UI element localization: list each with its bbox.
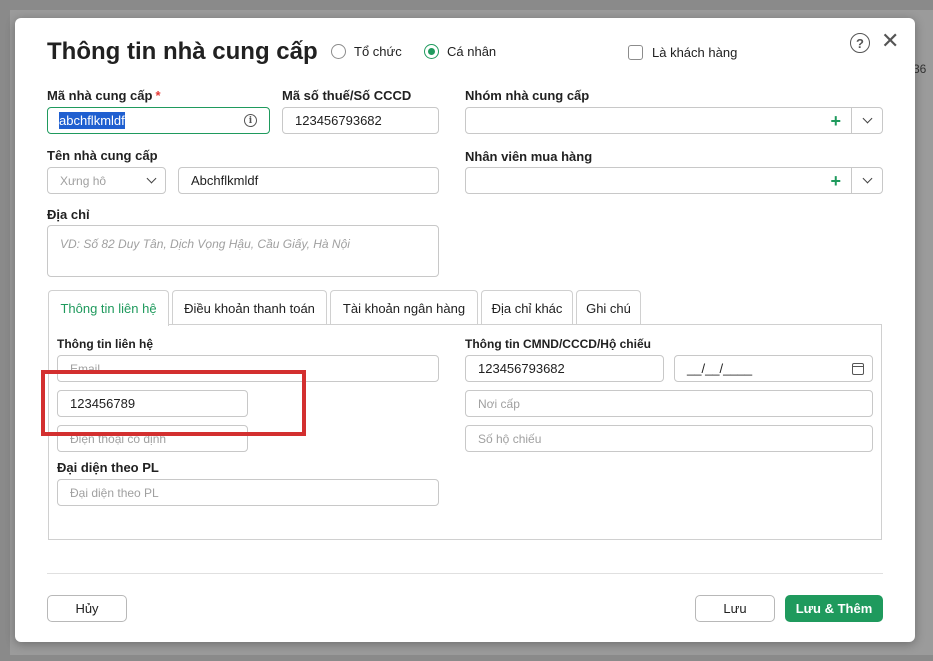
radio-individual-circle[interactable]	[424, 44, 439, 59]
info-icon[interactable]: i	[244, 114, 257, 127]
is-customer-box[interactable]	[628, 45, 643, 60]
chevron-down-icon	[146, 173, 157, 184]
chevron-down-icon	[862, 173, 872, 184]
add-group-plus-icon[interactable]: +	[830, 112, 841, 130]
radio-organization[interactable]: Tổ chức	[331, 44, 402, 59]
radio-individual[interactable]: Cá nhân	[424, 44, 496, 59]
supplier-group-label: Nhóm nhà cung cấp	[465, 88, 590, 103]
contact-section-label: Thông tin liên hệ	[57, 337, 153, 351]
save-and-add-button[interactable]: Lưu & Thêm	[785, 595, 883, 622]
tax-id-label: Mã số thuế/Số CCCD	[282, 88, 412, 103]
staff-dropdown-toggle[interactable]	[852, 173, 882, 184]
save-button[interactable]: Lưu	[695, 595, 775, 622]
highlight-box	[41, 370, 306, 436]
purchasing-staff-select[interactable]: +	[465, 167, 883, 194]
tab-contact-info[interactable]: Thông tin liên hệ	[48, 290, 169, 326]
legal-rep-label: Đại diện theo PL	[57, 460, 159, 475]
tax-id-input[interactable]: 123456793682	[282, 107, 439, 134]
address-label: Địa chỉ	[47, 207, 90, 222]
tab-bank-accounts[interactable]: Tài khoản ngân hàng	[330, 290, 478, 325]
footer-divider	[47, 573, 883, 574]
issue-date-input[interactable]: __/__/____	[674, 355, 873, 382]
help-icon[interactable]: ?	[850, 33, 870, 53]
is-customer-checkbox[interactable]: Là khách hàng	[628, 45, 737, 60]
address-textarea[interactable]: VD: Số 82 Duy Tân, Dịch Vọng Hậu, Cầu Gi…	[47, 225, 439, 277]
close-icon[interactable]: ✕	[881, 30, 899, 52]
supplier-name-input[interactable]: Abchflkmldf	[178, 167, 439, 194]
is-customer-label: Là khách hàng	[652, 45, 738, 60]
cancel-button[interactable]: Hủy	[47, 595, 127, 622]
id-section-label: Thông tin CMND/CCCD/Hộ chiếu	[465, 337, 651, 351]
calendar-icon[interactable]	[852, 362, 864, 375]
salutation-select[interactable]: Xưng hô	[47, 167, 166, 194]
issue-place-input[interactable]: Nơi cấp	[465, 390, 873, 417]
salutation-placeholder: Xưng hô	[60, 173, 107, 188]
background-peek-text: 36	[913, 62, 927, 76]
supplier-name-label: Tên nhà cung cấp	[47, 148, 158, 163]
supplier-code-label: Mã nhà cung cấp *	[47, 88, 161, 103]
supplier-group-select[interactable]: +	[465, 107, 883, 134]
radio-individual-label: Cá nhân	[447, 44, 497, 59]
radio-organization-label: Tổ chức	[354, 44, 402, 59]
group-dropdown-toggle[interactable]	[852, 113, 882, 124]
supplier-dialog: Thông tin nhà cung cấp Tổ chức Cá nhân L…	[15, 18, 915, 642]
passport-input[interactable]: Số hộ chiếu	[465, 425, 873, 452]
radio-organization-circle[interactable]	[331, 44, 346, 59]
dialog-title: Thông tin nhà cung cấp	[47, 38, 318, 65]
tab-notes[interactable]: Ghi chú	[576, 290, 641, 325]
supplier-code-input[interactable]: abchflkmldf i	[47, 107, 270, 134]
id-number-input[interactable]: 123456793682	[465, 355, 664, 382]
tab-payment-terms[interactable]: Điều khoản thanh toán	[172, 290, 327, 325]
chevron-down-icon	[862, 113, 872, 124]
issue-date-mask: __/__/____	[687, 361, 753, 376]
supplier-code-value: abchflkmldf	[59, 112, 125, 129]
tab-other-addresses[interactable]: Địa chỉ khác	[481, 290, 573, 325]
legal-rep-input[interactable]: Đại diện theo PL	[57, 479, 439, 506]
add-staff-plus-icon[interactable]: +	[830, 172, 841, 190]
purchasing-staff-label: Nhân viên mua hàng	[465, 149, 593, 164]
